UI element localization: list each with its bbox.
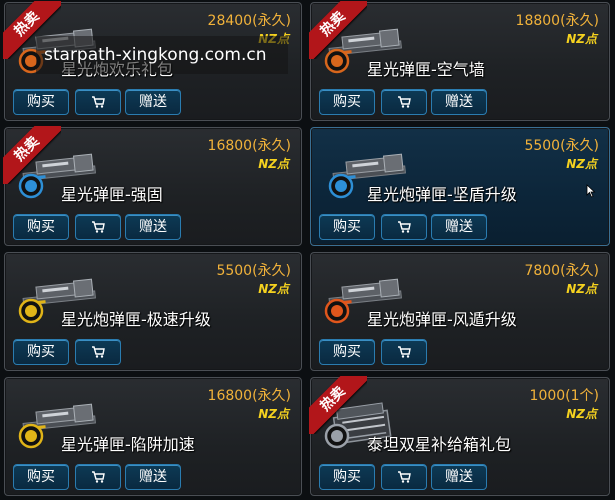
add-to-cart-button[interactable] [381,464,427,490]
add-to-cart-button[interactable] [75,464,121,490]
buy-button[interactable]: 购买 [13,464,69,490]
shop-item-card[interactable]: 热卖 16800(永久) NZ点星光弹匣-强固购买 赠送 [3,126,302,246]
currency-label: NZ点 [258,282,289,296]
currency-label: NZ点 [258,157,289,171]
cart-icon [91,219,105,235]
gift-button[interactable]: 赠送 [431,214,487,240]
shop-item-card[interactable]: 7800(永久) NZ点星光炮弹匣-风遁升级购买 [310,252,610,371]
buy-button[interactable]: 购买 [319,89,375,115]
item-name: 星光弹匣-空气墙 [367,60,485,79]
gift-button[interactable]: 赠送 [125,214,181,240]
add-to-cart-button[interactable] [75,89,121,115]
item-price: 16800(永久) [207,388,291,404]
shop-item-card[interactable]: 热卖 1000(1个) NZ点泰坦双星补给箱礼包购买 赠送 [309,376,610,496]
shop-item-card[interactable]: 5500(永久) NZ点星光炮弹匣-坚盾升级购买 赠送 [310,127,610,246]
cart-icon [397,219,411,235]
currency-label: NZ点 [566,157,597,171]
item-name: 泰坦双星补给箱礼包 [367,435,512,454]
currency-label: NZ点 [258,407,289,421]
shop-item-card[interactable]: 16800(永久) NZ点星光弹匣-陷阱加速购买 赠送 [4,377,302,496]
watermark: starpath-xingkong.com.cn [36,36,288,74]
item-name: 星光炮弹匣-极速升级 [61,310,211,329]
shop-item-card[interactable]: 热卖 18800(永久) NZ点星光弹匣-空气墙购买 赠送 [309,1,610,121]
gift-button[interactable]: 赠送 [431,464,487,490]
item-name: 星光弹匣-陷阱加速 [61,435,195,454]
buy-button[interactable]: 购买 [319,464,375,490]
shop-item-card[interactable]: 5500(永久) NZ点星光炮弹匣-极速升级购买 [4,252,302,371]
gift-button[interactable]: 赠送 [125,464,181,490]
item-name: 星光炮弹匣-坚盾升级 [367,185,517,204]
item-price: 18800(永久) [515,13,599,29]
currency-label: NZ点 [566,407,597,421]
add-to-cart-button[interactable] [381,214,427,240]
item-price: 28400(永久) [207,13,291,29]
cart-icon [397,344,411,360]
add-to-cart-button[interactable] [381,89,427,115]
gift-button[interactable]: 赠送 [125,89,181,115]
hot-sale-badge: 热卖 [3,126,61,184]
item-price: 1000(1个) [529,388,599,404]
cart-icon [397,469,411,485]
cart-icon [397,94,411,110]
currency-label: NZ点 [566,282,597,296]
cart-icon [91,469,105,485]
cart-icon [91,94,105,110]
cart-icon [91,344,105,360]
gift-button[interactable]: 赠送 [431,89,487,115]
buy-button[interactable]: 购买 [319,214,375,240]
add-to-cart-button[interactable] [75,214,121,240]
buy-button[interactable]: 购买 [13,339,69,365]
buy-button[interactable]: 购买 [13,89,69,115]
item-price: 5500(永久) [524,138,599,154]
hot-sale-badge: 热卖 [309,1,367,59]
add-to-cart-button[interactable] [381,339,427,365]
item-price: 5500(永久) [216,263,291,279]
currency-label: NZ点 [566,32,597,46]
item-name: 星光弹匣-强固 [61,185,163,204]
item-price: 7800(永久) [524,263,599,279]
item-price: 16800(永久) [207,138,291,154]
buy-button[interactable]: 购买 [319,339,375,365]
item-name: 星光炮弹匣-风遁升级 [367,310,517,329]
buy-button[interactable]: 购买 [13,214,69,240]
mouse-cursor-icon [586,184,596,198]
hot-sale-badge: 热卖 [309,376,367,434]
add-to-cart-button[interactable] [75,339,121,365]
